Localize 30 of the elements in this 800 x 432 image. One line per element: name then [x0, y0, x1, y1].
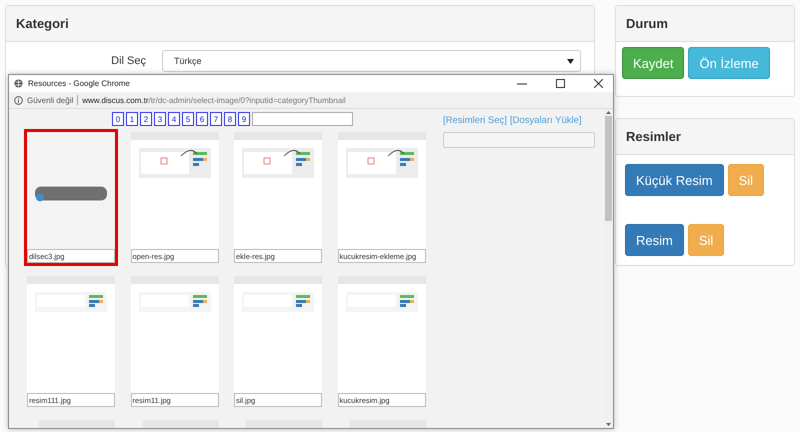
info-icon: [14, 96, 23, 104]
page-button[interactable]: 8: [224, 112, 236, 126]
upload-field[interactable]: [443, 132, 595, 148]
page-button[interactable]: 7: [210, 112, 222, 126]
language-select[interactable]: Türkçe: [162, 50, 581, 72]
panel-title: Resimler: [626, 129, 681, 144]
globe-icon: [14, 79, 23, 88]
page-button[interactable]: 0: [112, 112, 124, 126]
scroll-up-icon[interactable]: [606, 111, 611, 114]
address-url[interactable]: www.discus.com.tr/tr/dc-admin/select-image/0?inputid=categoryThumbnail: [82, 96, 346, 104]
action-button[interactable]: Resim: [625, 224, 684, 256]
maximize-icon[interactable]: [556, 79, 565, 88]
panel-title: Durum: [626, 16, 668, 31]
page-button[interactable]: 6: [196, 112, 208, 126]
field-label: Dil Seç: [110, 55, 146, 67]
search-field[interactable]: [252, 112, 353, 126]
page-button[interactable]: 1: [126, 112, 138, 126]
page-button[interactable]: 4: [168, 112, 180, 126]
page-button[interactable]: 9: [238, 112, 250, 126]
page-button[interactable]: 5: [182, 112, 194, 126]
action-button[interactable]: Küçük Resim: [625, 164, 724, 196]
caret-icon: [567, 58, 574, 64]
page-button[interactable]: 2: [140, 112, 152, 126]
scroll-down-icon[interactable]: [606, 423, 611, 426]
scrollbar[interactable]: [604, 109, 613, 428]
page-button[interactable]: 3: [154, 112, 166, 126]
close-icon[interactable]: [594, 79, 603, 88]
security-label: Güvenli değil: [27, 96, 74, 104]
window-title: Resources - Google Chrome: [28, 79, 130, 88]
panel-title: Kategori: [16, 16, 69, 31]
